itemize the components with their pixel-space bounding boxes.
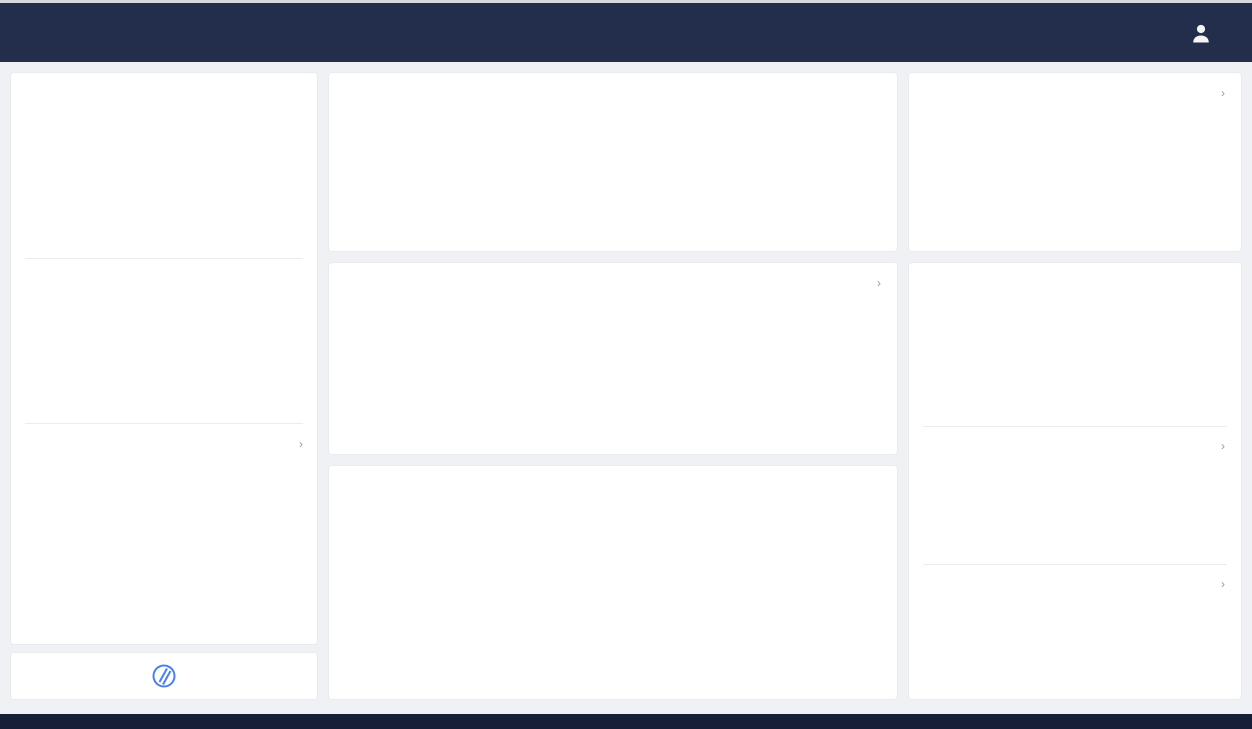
origin-donut-chart	[925, 435, 1137, 563]
tech-support-card	[10, 652, 318, 700]
chevron-right-icon: ›	[1221, 439, 1225, 453]
company-size-section	[11, 259, 317, 423]
chevron-right-icon: ›	[1221, 577, 1225, 591]
work-location-section: ›	[909, 565, 1241, 700]
salary-card	[328, 465, 898, 700]
position-heat-card: ›	[908, 72, 1242, 252]
view-more-link[interactable]: ›	[874, 276, 881, 290]
user-menu[interactable]	[1190, 3, 1252, 62]
brand	[0, 3, 222, 62]
chevron-right-icon: ›	[299, 437, 303, 451]
overview-card	[328, 72, 898, 252]
view-more-link[interactable]: ›	[296, 437, 303, 451]
work-location-donut-chart	[919, 575, 1131, 700]
geo-card: › ›	[908, 262, 1242, 700]
interest-list	[25, 100, 303, 225]
origin-section: ›	[909, 427, 1241, 564]
biyeshen-logo-icon	[151, 663, 177, 689]
realtime-card: ›	[328, 262, 898, 455]
user-icon	[1190, 22, 1212, 44]
salary-bar-chart	[345, 484, 883, 682]
major-participation-section: ›	[11, 424, 317, 645]
dashboard-body: ›	[0, 62, 1252, 710]
company-size-donut-chart	[13, 295, 203, 423]
chevron-right-icon: ›	[877, 276, 881, 290]
interest-section	[11, 73, 317, 258]
company-nature-donut-chart	[909, 289, 1111, 425]
view-more-link[interactable]: ›	[1218, 577, 1225, 591]
chevron-right-icon: ›	[1221, 86, 1225, 100]
footer-strip	[0, 714, 1252, 729]
view-more-link[interactable]: ›	[1218, 86, 1225, 100]
left-panel-card: ›	[10, 72, 318, 645]
company-nature-section	[909, 263, 1241, 426]
view-more-link[interactable]: ›	[1218, 439, 1225, 453]
top-nav	[0, 3, 1252, 62]
